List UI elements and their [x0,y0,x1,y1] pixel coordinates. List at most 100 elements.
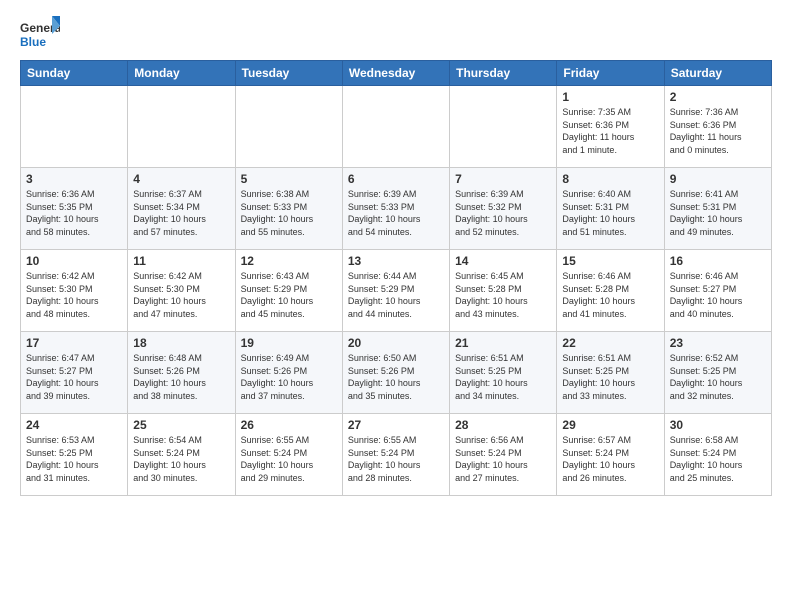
calendar-cell: 28 Sunrise: 6:56 AM Sunset: 5:24 PM Dayli… [450,414,557,496]
calendar-cell: 15 Sunrise: 6:46 AM Sunset: 5:28 PM Dayli… [557,250,664,332]
day-info: Sunrise: 6:42 AM Sunset: 5:30 PM Dayligh… [133,270,229,320]
logo-svg: GeneralBlue [20,16,60,52]
calendar-cell: 7 Sunrise: 6:39 AM Sunset: 5:32 PM Daylig… [450,168,557,250]
calendar-header: SundayMondayTuesdayWednesdayThursdayFrid… [21,61,772,86]
week-row-1: 1 Sunrise: 7:35 AM Sunset: 6:36 PM Daylig… [21,86,772,168]
day-info: Sunrise: 6:51 AM Sunset: 5:25 PM Dayligh… [455,352,551,402]
calendar-cell: 8 Sunrise: 6:40 AM Sunset: 5:31 PM Daylig… [557,168,664,250]
day-info: Sunrise: 6:48 AM Sunset: 5:26 PM Dayligh… [133,352,229,402]
day-number: 16 [670,254,766,268]
calendar-cell [450,86,557,168]
calendar-cell: 10 Sunrise: 6:42 AM Sunset: 5:30 PM Dayli… [21,250,128,332]
day-number: 10 [26,254,122,268]
day-number: 22 [562,336,658,350]
day-number: 12 [241,254,337,268]
day-info: Sunrise: 6:41 AM Sunset: 5:31 PM Dayligh… [670,188,766,238]
day-number: 11 [133,254,229,268]
day-header-tuesday: Tuesday [235,61,342,86]
day-info: Sunrise: 6:37 AM Sunset: 5:34 PM Dayligh… [133,188,229,238]
day-info: Sunrise: 6:45 AM Sunset: 5:28 PM Dayligh… [455,270,551,320]
day-number: 9 [670,172,766,186]
calendar-cell: 21 Sunrise: 6:51 AM Sunset: 5:25 PM Dayli… [450,332,557,414]
day-number: 5 [241,172,337,186]
day-number: 7 [455,172,551,186]
calendar-cell: 27 Sunrise: 6:55 AM Sunset: 5:24 PM Dayli… [342,414,449,496]
day-info: Sunrise: 6:56 AM Sunset: 5:24 PM Dayligh… [455,434,551,484]
calendar-cell: 4 Sunrise: 6:37 AM Sunset: 5:34 PM Daylig… [128,168,235,250]
day-number: 19 [241,336,337,350]
day-info: Sunrise: 6:54 AM Sunset: 5:24 PM Dayligh… [133,434,229,484]
day-number: 13 [348,254,444,268]
day-info: Sunrise: 7:36 AM Sunset: 6:36 PM Dayligh… [670,106,766,156]
calendar-cell: 19 Sunrise: 6:49 AM Sunset: 5:26 PM Dayli… [235,332,342,414]
calendar-cell [21,86,128,168]
calendar-cell: 1 Sunrise: 7:35 AM Sunset: 6:36 PM Daylig… [557,86,664,168]
day-info: Sunrise: 6:38 AM Sunset: 5:33 PM Dayligh… [241,188,337,238]
day-info: Sunrise: 6:40 AM Sunset: 5:31 PM Dayligh… [562,188,658,238]
calendar-cell [128,86,235,168]
day-header-friday: Friday [557,61,664,86]
day-info: Sunrise: 6:39 AM Sunset: 5:33 PM Dayligh… [348,188,444,238]
day-number: 1 [562,90,658,104]
week-row-5: 24 Sunrise: 6:53 AM Sunset: 5:25 PM Dayli… [21,414,772,496]
calendar-body: 1 Sunrise: 7:35 AM Sunset: 6:36 PM Daylig… [21,86,772,496]
day-info: Sunrise: 6:51 AM Sunset: 5:25 PM Dayligh… [562,352,658,402]
calendar-cell [342,86,449,168]
day-info: Sunrise: 7:35 AM Sunset: 6:36 PM Dayligh… [562,106,658,156]
logo: GeneralBlue [20,16,60,52]
day-info: Sunrise: 6:55 AM Sunset: 5:24 PM Dayligh… [348,434,444,484]
day-number: 21 [455,336,551,350]
day-info: Sunrise: 6:58 AM Sunset: 5:24 PM Dayligh… [670,434,766,484]
day-info: Sunrise: 6:57 AM Sunset: 5:24 PM Dayligh… [562,434,658,484]
day-info: Sunrise: 6:55 AM Sunset: 5:24 PM Dayligh… [241,434,337,484]
calendar-table: SundayMondayTuesdayWednesdayThursdayFrid… [20,60,772,496]
day-info: Sunrise: 6:39 AM Sunset: 5:32 PM Dayligh… [455,188,551,238]
page: GeneralBlue SundayMondayTuesdayWednesday… [0,0,792,508]
day-number: 18 [133,336,229,350]
day-info: Sunrise: 6:42 AM Sunset: 5:30 PM Dayligh… [26,270,122,320]
day-info: Sunrise: 6:50 AM Sunset: 5:26 PM Dayligh… [348,352,444,402]
day-info: Sunrise: 6:52 AM Sunset: 5:25 PM Dayligh… [670,352,766,402]
calendar-cell: 17Sunrise: 6:47 AM Sunset: 5:27 PM Dayli… [21,332,128,414]
day-number: 23 [670,336,766,350]
day-number: 14 [455,254,551,268]
calendar-cell: 25Sunrise: 6:54 AM Sunset: 5:24 PM Dayli… [128,414,235,496]
calendar-cell: 5 Sunrise: 6:38 AM Sunset: 5:33 PM Daylig… [235,168,342,250]
calendar-cell: 11 Sunrise: 6:42 AM Sunset: 5:30 PM Dayli… [128,250,235,332]
calendar-cell: 26 Sunrise: 6:55 AM Sunset: 5:24 PM Dayli… [235,414,342,496]
day-number: 3 [26,172,122,186]
calendar-cell: 24 Sunrise: 6:53 AM Sunset: 5:25 PM Dayli… [21,414,128,496]
day-info: Sunrise: 6:44 AM Sunset: 5:29 PM Dayligh… [348,270,444,320]
day-number: 6 [348,172,444,186]
day-header-sunday: Sunday [21,61,128,86]
calendar-cell: 30Sunrise: 6:58 AM Sunset: 5:24 PM Dayli… [664,414,771,496]
day-info: Sunrise: 6:49 AM Sunset: 5:26 PM Dayligh… [241,352,337,402]
day-number: 20 [348,336,444,350]
header-row: SundayMondayTuesdayWednesdayThursdayFrid… [21,61,772,86]
day-info: Sunrise: 6:43 AM Sunset: 5:29 PM Dayligh… [241,270,337,320]
header: GeneralBlue [20,16,772,52]
calendar-cell: 14 Sunrise: 6:45 AM Sunset: 5:28 PM Dayli… [450,250,557,332]
day-number: 27 [348,418,444,432]
day-header-saturday: Saturday [664,61,771,86]
day-info: Sunrise: 6:53 AM Sunset: 5:25 PM Dayligh… [26,434,122,484]
day-number: 8 [562,172,658,186]
day-number: 15 [562,254,658,268]
day-number: 2 [670,90,766,104]
svg-text:Blue: Blue [20,35,46,49]
day-header-thursday: Thursday [450,61,557,86]
day-number: 4 [133,172,229,186]
day-number: 24 [26,418,122,432]
day-number: 26 [241,418,337,432]
calendar-cell [235,86,342,168]
day-number: 17 [26,336,122,350]
week-row-4: 17Sunrise: 6:47 AM Sunset: 5:27 PM Dayli… [21,332,772,414]
calendar-cell: 23 Sunrise: 6:52 AM Sunset: 5:25 PM Dayli… [664,332,771,414]
calendar-cell: 3Sunrise: 6:36 AM Sunset: 5:35 PM Daylig… [21,168,128,250]
day-header-wednesday: Wednesday [342,61,449,86]
day-info: Sunrise: 6:46 AM Sunset: 5:28 PM Dayligh… [562,270,658,320]
calendar-cell: 16Sunrise: 6:46 AM Sunset: 5:27 PM Dayli… [664,250,771,332]
day-number: 28 [455,418,551,432]
calendar-cell: 9 Sunrise: 6:41 AM Sunset: 5:31 PM Daylig… [664,168,771,250]
calendar-cell: 29Sunrise: 6:57 AM Sunset: 5:24 PM Dayli… [557,414,664,496]
